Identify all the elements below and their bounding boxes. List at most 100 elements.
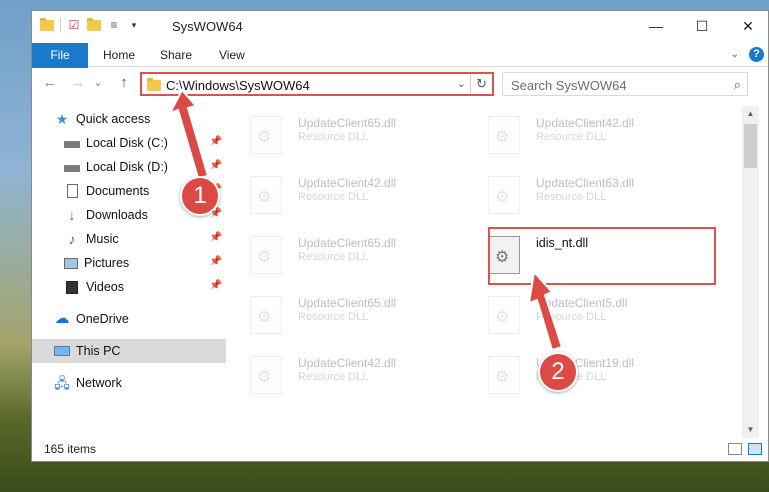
title-bar: ☑ ≡ ▾ SysWOW64 — ☐ ✕ — [32, 11, 768, 43]
back-button[interactable]: ← — [40, 74, 60, 91]
file-name: UpdateClient65.dll — [298, 236, 397, 250]
pin-icon[interactable]: 📌 — [210, 280, 222, 291]
music-icon: ♪ — [68, 231, 76, 247]
ribbon-tabs: File Home Share View ⌄ ? — [32, 43, 768, 93]
pictures-icon — [64, 257, 78, 269]
chevron-down-icon[interactable]: ▾ — [127, 18, 141, 32]
pin-icon[interactable]: 📌 — [210, 136, 222, 147]
sidebar-item-videos[interactable]: Videos 📌 — [32, 275, 226, 299]
recent-locations-button[interactable]: ⌄ — [88, 76, 108, 89]
item-count: 165 items — [44, 442, 97, 456]
dll-file-icon — [488, 176, 520, 214]
scroll-down-icon[interactable]: ▼ — [742, 422, 759, 438]
sidebar-item-this-pc[interactable]: This PC — [32, 339, 226, 363]
sidebar-item-label: This PC — [76, 344, 121, 358]
disk-icon — [64, 140, 80, 148]
file-type: Resource DLL — [298, 311, 369, 323]
scroll-thumb[interactable] — [744, 124, 757, 168]
folder-icon — [40, 17, 54, 31]
file-tile[interactable]: UpdateClient65.dll Resource DLL — [228, 110, 448, 160]
dll-file-icon — [250, 236, 282, 274]
up-button[interactable]: ↑ — [114, 74, 134, 91]
large-icons-view-icon[interactable] — [748, 443, 762, 455]
file-type: Resource DLL — [536, 131, 607, 143]
highlight-box — [488, 227, 716, 285]
minimize-button[interactable]: — — [633, 11, 679, 41]
file-type: Resource DLL — [536, 191, 607, 203]
tab-home[interactable]: Home — [90, 43, 148, 67]
computer-icon — [54, 346, 70, 356]
customize-icon[interactable]: ≡ — [107, 18, 121, 32]
file-tile[interactable]: UpdateClient63.dll Resource DLL — [466, 170, 686, 220]
expand-ribbon-icon[interactable]: ⌄ — [731, 49, 739, 60]
file-tile[interactable]: UpdateClient42.dll Resource DLL — [228, 350, 448, 400]
videos-icon — [66, 280, 78, 294]
file-name: UpdateClient42.dll — [298, 356, 397, 370]
dll-file-icon — [250, 296, 282, 334]
tab-share[interactable]: Share — [147, 43, 205, 67]
pin-icon[interactable]: 📌 — [210, 160, 222, 171]
dll-file-icon — [250, 116, 282, 154]
file-name: UpdateClient65.dll — [298, 116, 397, 130]
sidebar-item-pictures[interactable]: Pictures 📌 — [32, 251, 226, 275]
help-icon[interactable]: ? — [749, 47, 764, 62]
divider — [60, 18, 61, 32]
file-name: UpdateClient5.dll — [536, 296, 628, 310]
cloud-icon: ☁ — [54, 310, 70, 327]
file-tile[interactable]: UpdateClient5.dll Resource DLL — [466, 290, 686, 340]
chevron-down-icon[interactable]: ⌄ — [457, 77, 466, 90]
sidebar-item-label: Music — [86, 232, 119, 246]
vertical-scrollbar[interactable]: ▲ ▼ — [742, 106, 759, 438]
sidebar-item-quick-access[interactable]: ★ Quick access — [32, 107, 226, 131]
sidebar-item-label: Quick access — [76, 112, 151, 126]
search-input[interactable]: Search SysWOW64 — [511, 78, 627, 93]
search-box[interactable]: Search SysWOW64 ⌕ — [502, 72, 748, 96]
step-badge-1: 1 — [180, 176, 220, 216]
address-path[interactable]: C:\Windows\SysWOW64 — [166, 78, 310, 93]
refresh-button[interactable]: ↻ — [470, 74, 492, 94]
forward-button[interactable]: → — [68, 74, 88, 91]
ribbon-controls: ⌄ ? — [731, 47, 764, 62]
file-type: Resource DLL — [298, 371, 369, 383]
status-bar: 165 items — [32, 438, 768, 461]
file-name: UpdateClient65.dll — [298, 296, 397, 310]
file-type: Resource DLL — [298, 191, 369, 203]
pin-icon[interactable]: 📌 — [210, 256, 222, 267]
address-bar[interactable]: C:\Windows\SysWOW64 ⌄ ↻ — [140, 72, 494, 96]
dll-file-icon — [488, 116, 520, 154]
download-icon: ↓ — [68, 207, 76, 223]
sidebar-item-label: Local Disk (C:) — [86, 136, 168, 150]
tab-view[interactable]: View — [206, 43, 258, 67]
file-name: UpdateClient42.dll — [298, 176, 397, 190]
file-tile[interactable]: UpdateClient65.dll Resource DLL — [228, 230, 448, 280]
sidebar-item-network[interactable]: 🖧 Network — [32, 371, 226, 395]
documents-icon — [67, 184, 78, 198]
file-tile[interactable]: UpdateClient42.dll Resource DLL — [466, 110, 686, 160]
sidebar-item-label: OneDrive — [76, 312, 129, 326]
sidebar-item-label: Documents — [86, 184, 150, 198]
search-icon: ⌕ — [733, 77, 741, 92]
file-type: Resource DLL — [298, 131, 369, 143]
folder-icon — [147, 78, 161, 91]
step-badge-2: 2 — [538, 352, 578, 392]
properties-icon[interactable]: ☑ — [67, 18, 81, 32]
scroll-up-icon[interactable]: ▲ — [742, 106, 759, 122]
sidebar-item-label: Videos — [86, 280, 124, 294]
dll-file-icon — [250, 176, 282, 214]
sidebar-item-local-disk-c[interactable]: Local Disk (C:) 📌 — [32, 131, 226, 155]
pin-icon[interactable]: 📌 — [210, 232, 222, 243]
maximize-button[interactable]: ☐ — [679, 11, 725, 41]
dll-file-icon — [488, 296, 520, 334]
close-button[interactable]: ✕ — [725, 11, 768, 41]
dll-file-icon — [488, 356, 520, 394]
file-tile[interactable]: UpdateClient42.dll Resource DLL — [228, 170, 448, 220]
file-type: Resource DLL — [536, 311, 607, 323]
new-folder-icon[interactable] — [87, 17, 101, 31]
window-title: SysWOW64 — [172, 19, 243, 34]
details-view-icon[interactable] — [728, 443, 742, 455]
sidebar-item-onedrive[interactable]: ☁ OneDrive — [32, 307, 226, 331]
sidebar-item-music[interactable]: ♪ Music 📌 — [32, 227, 226, 251]
navigation-bar: ← → ⌄ ↑ C:\Windows\SysWOW64 ⌄ ↻ Search S… — [32, 68, 768, 100]
file-tile[interactable]: UpdateClient65.dll Resource DLL — [228, 290, 448, 340]
navigation-pane: ★ Quick access Local Disk (C:) 📌 Local D… — [32, 106, 226, 438]
